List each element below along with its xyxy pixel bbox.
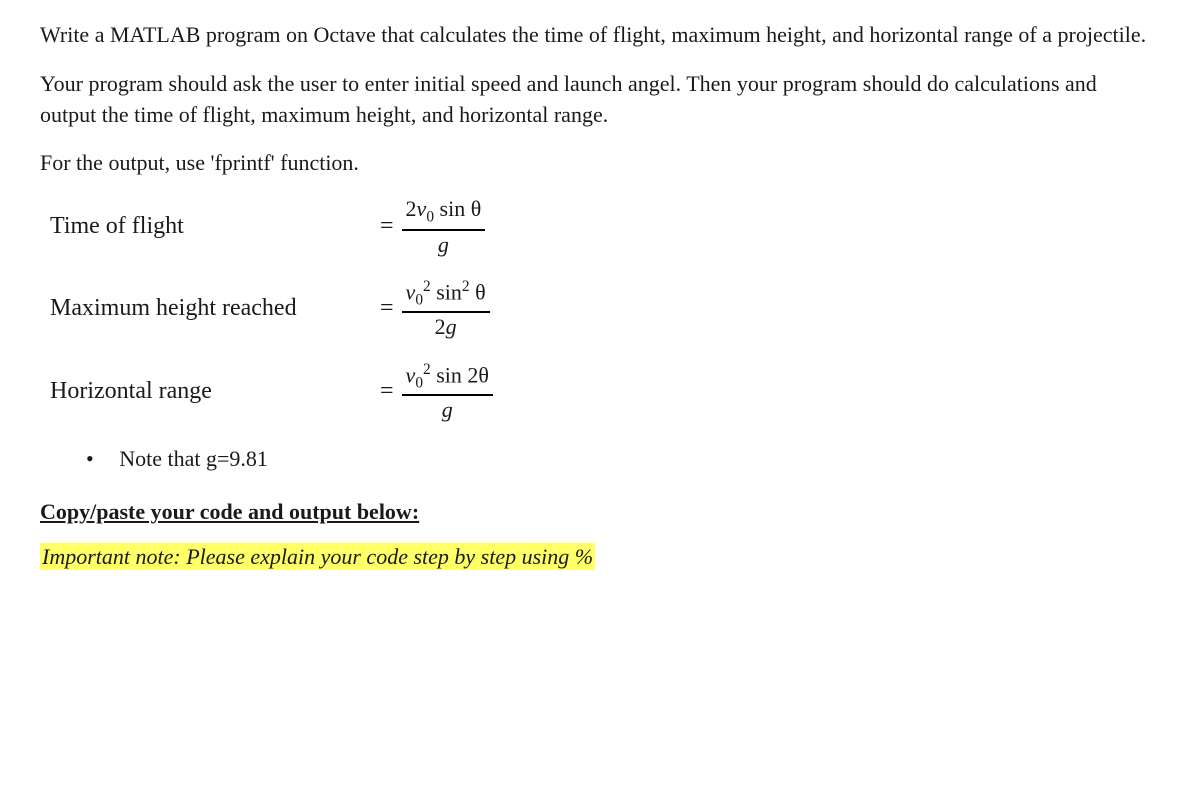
- note-text: Note that g=9.81: [119, 446, 268, 471]
- formula-label: Horizontal range: [50, 375, 380, 409]
- formula-max-height: Maximum height reached = v02 sin2 θ 2g: [50, 279, 1155, 340]
- paragraph-intro-1: Write a MATLAB program on Octave that ca…: [40, 20, 1155, 51]
- paragraph-intro-3: For the output, use 'fprintf' function.: [40, 148, 1155, 179]
- paragraph-intro-2: Your program should ask the user to ente…: [40, 69, 1155, 131]
- highlighted-text: Important note: Please explain your code…: [40, 543, 595, 570]
- copy-paste-heading: Copy/paste your code and output below:: [40, 497, 1155, 528]
- formula-label: Maximum height reached: [50, 292, 380, 326]
- formula-horizontal-range: Horizontal range = v02 sin 2θ g: [50, 362, 1155, 423]
- formula-label: Time of flight: [50, 210, 380, 244]
- formula-equation: = 2v0 sin θ g: [380, 197, 485, 257]
- formula-equation: = v02 sin 2θ g: [380, 362, 493, 423]
- note-gravity: • Note that g=9.81: [86, 444, 1155, 475]
- important-note: Important note: Please explain your code…: [40, 542, 1155, 573]
- formula-block: Time of flight = 2v0 sin θ g Maximum hei…: [50, 197, 1155, 422]
- formula-time-of-flight: Time of flight = 2v0 sin θ g: [50, 197, 1155, 257]
- bullet-icon: •: [86, 446, 94, 471]
- formula-equation: = v02 sin2 θ 2g: [380, 279, 490, 340]
